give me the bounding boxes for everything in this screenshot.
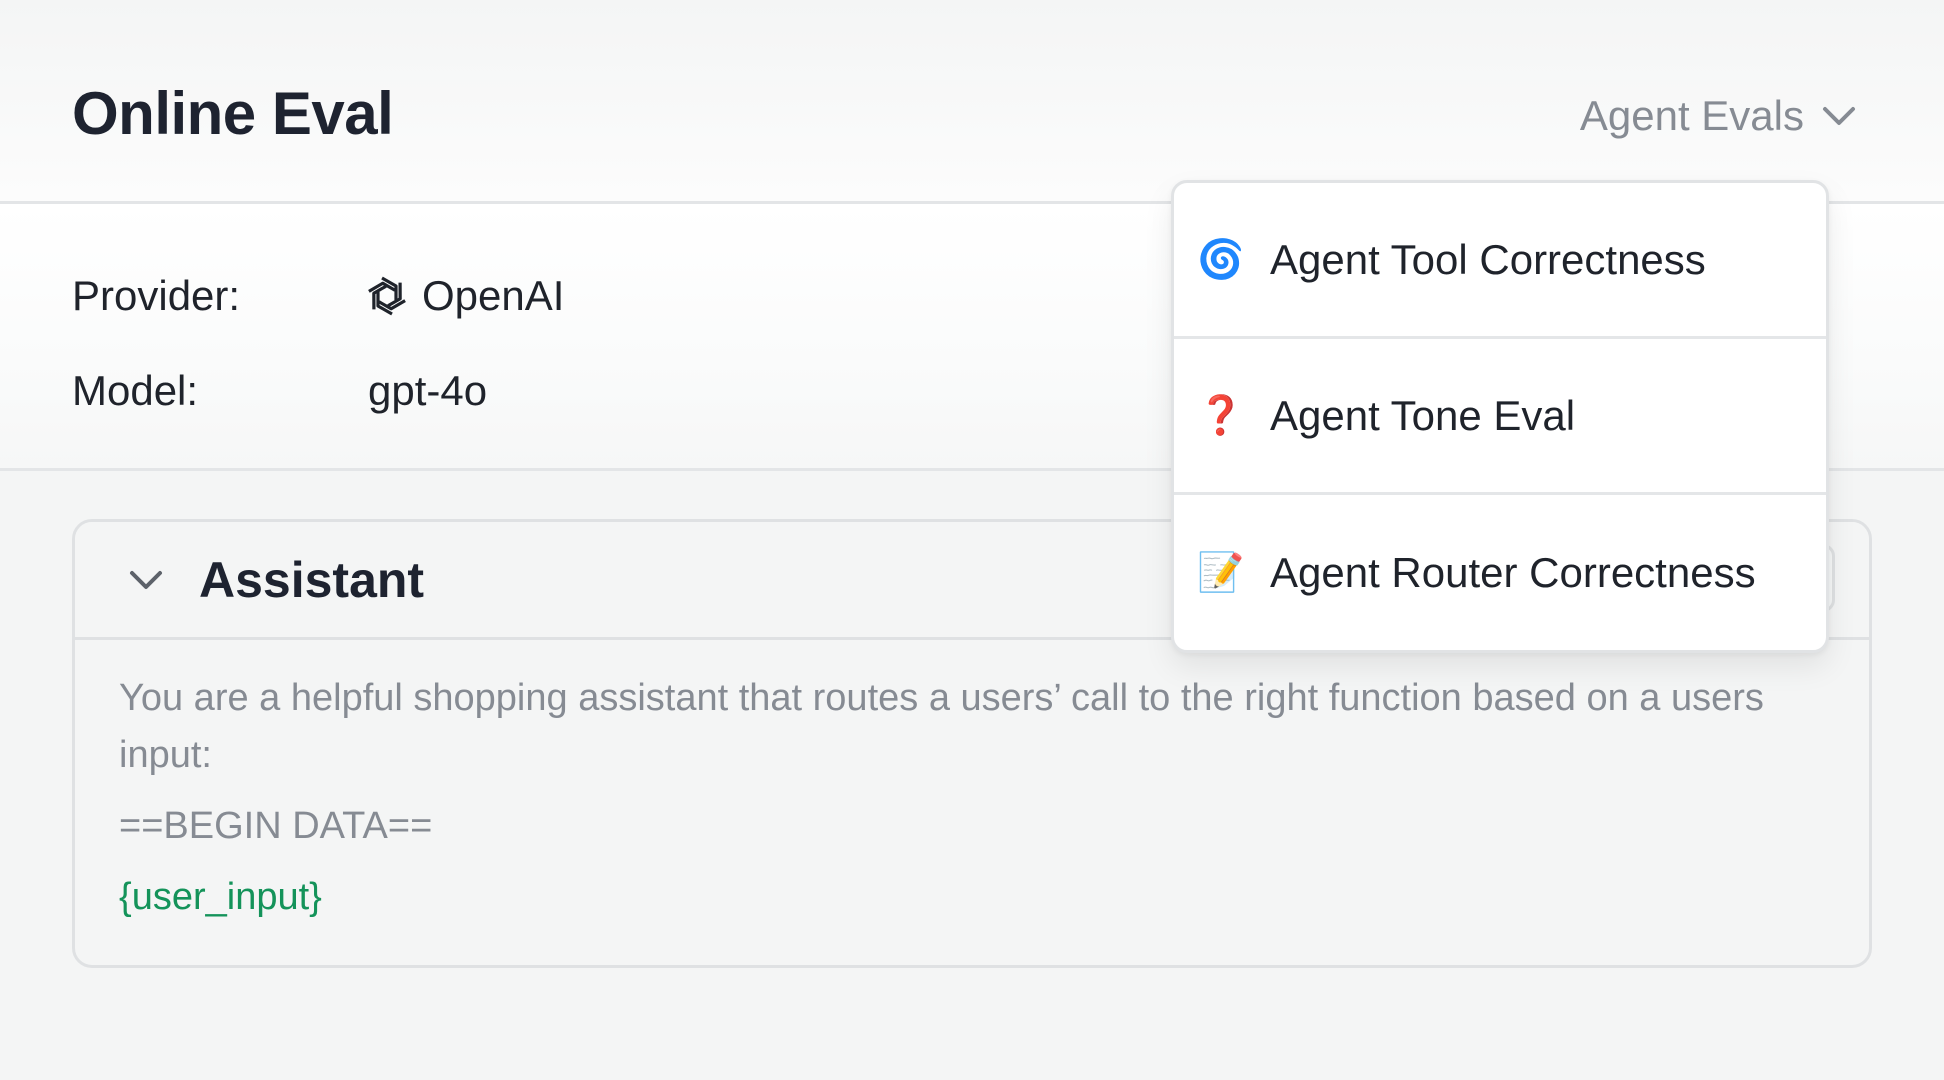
question-mark-icon: ❓ (1197, 394, 1245, 437)
eval-dropdown-menu: 🌀 Agent Tool Correctness ❓ Agent Tone Ev… (1171, 180, 1829, 653)
memo-icon: 📝 (1197, 552, 1245, 594)
provider-value: OpenAI (422, 272, 565, 319)
prompt-template-variable: {user_input} (119, 876, 322, 918)
prompt-begin-marker: ==BEGIN DATA== (119, 805, 433, 847)
model-label: Model: (72, 367, 199, 414)
menu-item-agent-tone-eval[interactable]: ❓ Agent Tone Eval (1174, 339, 1826, 495)
model-row: Model: gpt-4o (72, 361, 487, 421)
eval-group-selected-label: Agent Evals (1579, 92, 1804, 139)
provider-row: Provider: OpenAI (72, 266, 564, 326)
provider-label: Provider: (72, 272, 241, 319)
menu-item-label: Agent Tone Eval (1270, 391, 1576, 439)
chevron-down-icon (1823, 107, 1855, 125)
menu-item-agent-router-correctness[interactable]: 📝 Agent Router Correctness (1174, 495, 1826, 650)
collapse-chevron-icon[interactable] (129, 570, 163, 590)
menu-item-label: Agent Router Correctness (1270, 549, 1756, 596)
assistant-card-title: Assistant (199, 551, 425, 608)
menu-item-label: Agent Tool Correctness (1270, 235, 1706, 283)
prompt-body: You are a helpful shopping assistant tha… (75, 640, 1869, 926)
prompt-text: You are a helpful shopping assistant tha… (119, 677, 1764, 776)
eval-group-dropdown[interactable]: Agent Evals (1580, 86, 1856, 146)
menu-item-agent-tool-correctness[interactable]: 🌀 Agent Tool Correctness (1174, 183, 1826, 339)
model-value: gpt-4o (368, 367, 488, 414)
openai-logo-icon (368, 276, 406, 316)
page-title: Online Eval (72, 80, 394, 147)
cyclone-icon: 🌀 (1197, 238, 1245, 281)
page-header: Online Eval Agent Evals (0, 0, 1944, 204)
